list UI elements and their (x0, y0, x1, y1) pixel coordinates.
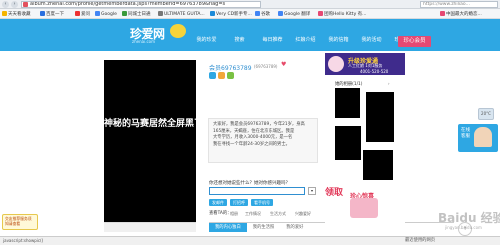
bookmark-item[interactable]: 同城士日通 (122, 11, 151, 18)
send-mail-button[interactable]: 发邮件 (209, 199, 227, 206)
bookmark-icon (95, 11, 100, 16)
nav-mailbox[interactable]: 我的信箱 (322, 35, 355, 45)
bookmark-icon (255, 11, 260, 16)
bookmark-icon (210, 11, 215, 16)
member-id: (69763789) (254, 64, 278, 69)
tab-life-photos[interactable]: 我的生活照 (247, 223, 280, 232)
bookmark-item[interactable]: 百度一下 (40, 11, 64, 18)
weather-widget[interactable]: 20°C (478, 108, 494, 120)
bookmark-icon (75, 11, 80, 16)
bookmark-item[interactable]: Very CD新手专... (210, 11, 252, 18)
upgrade-member-button[interactable]: 珍心会员 (398, 36, 431, 47)
service-agent-avatar (474, 127, 492, 147)
online-service-label: 在线客服 (461, 128, 470, 139)
intro-line: 大家好，我是会员69763789，今年21岁，身高 (213, 122, 305, 127)
forward-button[interactable]: › (11, 1, 18, 8)
others-link[interactable]: 工作情况 (245, 211, 261, 217)
member-nickname[interactable]: 会员69763789 (209, 63, 252, 72)
bookmark-item[interactable]: Google (95, 11, 117, 18)
status-badges (209, 72, 234, 79)
album-thumbnail[interactable] (363, 150, 393, 180)
album-thumbnail[interactable] (366, 92, 394, 142)
phone-verified-icon (218, 72, 225, 79)
bookmark-icon (318, 11, 323, 16)
bookmark-icon (122, 11, 127, 16)
say-hello-button[interactable]: 打招呼 (230, 199, 248, 206)
bookmark-item[interactable]: 中国最大的婚恋... (440, 11, 482, 18)
chevron-down-icon[interactable]: ▾ (308, 187, 316, 195)
ad-phone: 4001-520-520 (360, 69, 389, 74)
album-thumbnail[interactable] (335, 88, 360, 118)
site-logo-sub: zhenai.com (132, 39, 156, 44)
others-link[interactable]: 相册 (230, 211, 238, 217)
photo-caption: 神秘的马赛居然全屏黑了 (104, 119, 204, 129)
heart-icon[interactable]: ♥ (281, 62, 287, 68)
baidu-watermark: Baidu 经验 (438, 211, 500, 225)
nav-daily-recommend[interactable]: 每日推荐 (256, 35, 289, 45)
bookmark-icon (158, 11, 163, 16)
question-select[interactable] (209, 187, 305, 195)
profile-intro-box: 大家好，我是会员69763789，今年21岁，身高 165厘米，天蝎座，住在北京… (208, 118, 318, 163)
bookmark-icon (278, 11, 283, 16)
album-thumbnail[interactable] (335, 126, 361, 160)
others-link[interactable]: 生活方式 (270, 211, 286, 217)
others-title: 查看TA的： (209, 211, 232, 216)
profile-tabs-bar (104, 222, 196, 232)
main-nav: 我的珍爱 搜索 每日推荐 红娘介绍 我的信箱 我的活动 珍爱社区 (190, 35, 421, 45)
album-title: 她的相册(1/1) (335, 82, 363, 87)
back-button[interactable]: ‹ (2, 1, 9, 8)
site-favicon-icon (23, 2, 28, 7)
browser-window: ‹ › album.zhenai.com/profile/getmemberda… (0, 0, 500, 245)
profile-photo[interactable] (104, 60, 196, 232)
verified-icon (209, 72, 216, 79)
tab-inner-monologue[interactable]: 我的内心独白 (209, 223, 247, 232)
question-title: 你还想对她说些什么？她对你感兴趣吗？ (209, 181, 290, 186)
recent-pages-button[interactable]: 最近使用的网页 (405, 237, 435, 243)
gift-box-icon (350, 198, 378, 218)
chevron-right-icon[interactable]: › (388, 81, 390, 86)
action-buttons: 发邮件 打招呼 看手机号 (209, 199, 273, 206)
logo-mascot-icon (170, 24, 186, 38)
left-notice-float[interactable]: 交友推荐服务须知请查看 (2, 214, 38, 230)
nav-matchmaker[interactable]: 红娘介绍 (289, 35, 322, 45)
intro-line: 我在寻找一个年龄24-30岁之间的男士。 (213, 141, 290, 147)
bookmark-icon (440, 11, 445, 16)
bookmark-item[interactable]: 谷歌 (255, 11, 270, 18)
bookmark-icon (40, 11, 45, 16)
bookmark-item[interactable]: 天天看收藏 (2, 11, 31, 18)
matchmaker-avatar-icon (328, 56, 344, 72)
bookmark-item[interactable]: 团购Hello Kitty 有... (318, 11, 366, 18)
search-box[interactable]: https://www.zhiliao... (420, 1, 498, 8)
bookmark-icon (2, 11, 7, 16)
baidu-watermark-url: jingyan.baidu.com (445, 225, 482, 230)
bookmark-item[interactable]: 爱问 (75, 11, 90, 18)
promo-ad-text: 领取 (325, 188, 344, 198)
url-input[interactable]: album.zhenai.com/profile/getmemberdata.j… (21, 1, 261, 8)
nav-events[interactable]: 我的活动 (355, 35, 388, 45)
nav-search[interactable]: 搜索 (223, 35, 256, 45)
nav-my-zhenai[interactable]: 我的珍爱 (190, 35, 223, 45)
status-text: javascript:showpic() (3, 238, 44, 243)
view-phone-button[interactable]: 看手机号 (251, 199, 273, 206)
id-verified-icon (227, 72, 234, 79)
bookmark-item[interactable]: Google 翻译 (278, 11, 310, 18)
bookmark-item[interactable]: ULTIMATE GUITA... (158, 11, 205, 18)
others-link[interactable]: 兴趣爱好 (295, 211, 311, 217)
tab-hobbies[interactable]: 我的爱好 (280, 223, 309, 232)
